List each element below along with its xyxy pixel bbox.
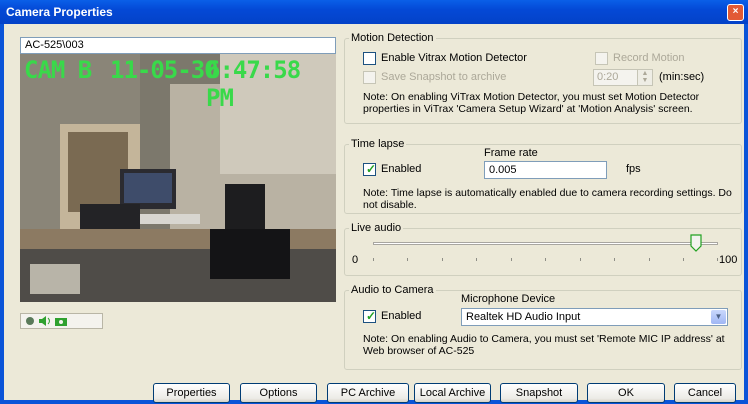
frame-rate-input[interactable]: 0.005 bbox=[484, 161, 607, 179]
record-motion-checkbox[interactable] bbox=[595, 52, 608, 65]
close-button[interactable]: × bbox=[727, 4, 744, 21]
video-control-bar bbox=[20, 313, 103, 329]
time-lapse-enabled-checkbox[interactable]: ✓ bbox=[363, 162, 377, 176]
live-audio-min: 0 bbox=[352, 254, 359, 266]
motion-interval-unit: (min:sec) bbox=[659, 71, 705, 83]
pc-archive-button[interactable]: PC Archive bbox=[327, 383, 409, 403]
osd-date: 11-05-30 bbox=[110, 56, 219, 84]
camera-name-field[interactable]: AC-525\003 bbox=[20, 37, 336, 54]
save-snapshot-label: Save Snapshot to archive bbox=[381, 71, 507, 83]
properties-button[interactable]: Properties bbox=[153, 383, 230, 403]
snapshot-button[interactable]: Snapshot bbox=[500, 383, 578, 403]
time-lapse-note: Note: Time lapse is automatically enable… bbox=[363, 187, 732, 211]
audio-to-camera-note: Note: On enabling Audio to Camera, you m… bbox=[363, 333, 725, 357]
frame-rate-label: Frame rate bbox=[484, 147, 538, 159]
enable-motion-detector-label: Enable Vitrax Motion Detector bbox=[381, 52, 527, 64]
slider-ticks bbox=[373, 258, 718, 261]
microphone-device-select[interactable]: Realtek HD Audio Input ▼ bbox=[461, 308, 728, 326]
live-audio-slider-thumb[interactable] bbox=[690, 234, 702, 252]
motion-interval-value: 0:20 bbox=[597, 71, 619, 83]
time-lapse-enabled-label: Enabled bbox=[381, 163, 422, 175]
checkmark-icon: ✓ bbox=[366, 162, 377, 176]
live-audio-legend: Live audio bbox=[351, 222, 402, 234]
camera-icon[interactable] bbox=[55, 316, 67, 326]
cancel-button[interactable]: Cancel bbox=[674, 383, 736, 403]
enable-motion-detector-checkbox[interactable] bbox=[363, 52, 376, 65]
ok-button[interactable]: OK bbox=[587, 383, 665, 403]
record-motion-label: Record Motion bbox=[613, 52, 685, 64]
osd-time: 6:47:58 PM bbox=[206, 56, 301, 112]
frame-rate-unit: fps bbox=[626, 163, 641, 175]
record-icon[interactable] bbox=[25, 316, 35, 326]
camera-video-view: CAM B 11-05-30 6:47:58 PM bbox=[20, 54, 336, 302]
audio-to-camera-enabled-checkbox[interactable]: ✓ bbox=[363, 309, 377, 323]
time-lapse-legend: Time lapse bbox=[351, 138, 405, 150]
osd-camera-label: CAM B bbox=[24, 56, 92, 84]
live-audio-group: Live audio bbox=[344, 222, 742, 276]
microphone-device-value: Realtek HD Audio Input bbox=[466, 311, 581, 323]
title-bar: Camera Properties × bbox=[0, 0, 748, 24]
local-archive-button[interactable]: Local Archive bbox=[414, 383, 491, 403]
motion-interval-spinner[interactable]: 0:20 ▲ ▼ bbox=[593, 69, 653, 86]
motion-detection-note: Note: On enabling ViTrax Motion Detector… bbox=[363, 91, 700, 115]
audio-to-camera-legend: Audio to Camera bbox=[351, 284, 434, 296]
chevron-down-icon[interactable]: ▼ bbox=[711, 310, 726, 324]
microphone-device-label: Microphone Device bbox=[461, 293, 556, 305]
audio-to-camera-enabled-label: Enabled bbox=[381, 310, 422, 322]
live-audio-max: 100 bbox=[719, 254, 738, 266]
motion-detection-legend: Motion Detection bbox=[351, 32, 434, 44]
checkmark-icon: ✓ bbox=[366, 309, 377, 323]
speaker-icon[interactable] bbox=[39, 316, 50, 326]
save-snapshot-checkbox[interactable] bbox=[363, 71, 376, 84]
window-title: Camera Properties bbox=[6, 5, 113, 19]
spinner-arrows-icon[interactable]: ▲ ▼ bbox=[637, 70, 652, 85]
options-button[interactable]: Options bbox=[240, 383, 317, 403]
live-audio-slider[interactable] bbox=[373, 242, 718, 245]
